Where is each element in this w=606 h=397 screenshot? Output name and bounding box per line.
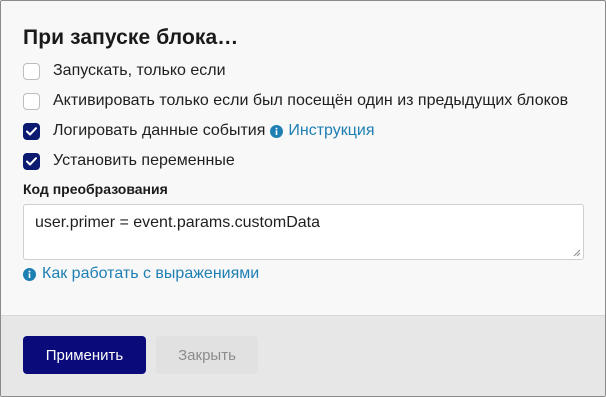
- option-log-event-data[interactable]: Логировать данные события Инструкция: [23, 120, 375, 142]
- activate-if-visited-label: Активировать только если был посещён оди…: [53, 92, 569, 109]
- check-icon: [26, 126, 37, 135]
- dialog-footer: Применить Закрыть: [1, 315, 605, 396]
- run-only-if-checkbox[interactable]: [23, 62, 40, 80]
- transform-code-textarea[interactable]: user.primer = event.params.customData: [23, 204, 584, 260]
- transform-code-label: Код преобразования: [23, 181, 168, 197]
- check-icon: [26, 156, 37, 165]
- run-block-dialog: При запуске блока… Запускать, только есл…: [0, 0, 606, 397]
- option-set-variables[interactable]: Установить переменные: [23, 150, 235, 172]
- info-icon: [270, 124, 284, 138]
- apply-button[interactable]: Применить: [23, 336, 146, 374]
- log-event-data-label: Логировать данные события: [53, 122, 266, 139]
- resize-grip-icon[interactable]: [572, 248, 581, 257]
- log-event-data-checkbox[interactable]: [23, 122, 40, 140]
- expressions-help[interactable]: Как работать с выражениями: [23, 264, 259, 284]
- instruction-link[interactable]: Инструкция: [288, 122, 374, 140]
- expressions-link[interactable]: Как работать с выражениями: [42, 265, 259, 283]
- set-variables-label: Установить переменные: [53, 152, 235, 169]
- option-run-only-if[interactable]: Запускать, только если: [23, 60, 226, 82]
- close-button[interactable]: Закрыть: [156, 336, 258, 374]
- activate-if-visited-checkbox[interactable]: [23, 92, 40, 110]
- transform-code-value: user.primer = event.params.customData: [35, 214, 321, 231]
- info-icon: [23, 267, 36, 281]
- dialog-title: При запуске блока…: [23, 26, 239, 49]
- option-activate-if-visited[interactable]: Активировать только если был посещён оди…: [23, 90, 568, 112]
- run-only-if-label: Запускать, только если: [53, 62, 226, 79]
- set-variables-checkbox[interactable]: [23, 152, 40, 170]
